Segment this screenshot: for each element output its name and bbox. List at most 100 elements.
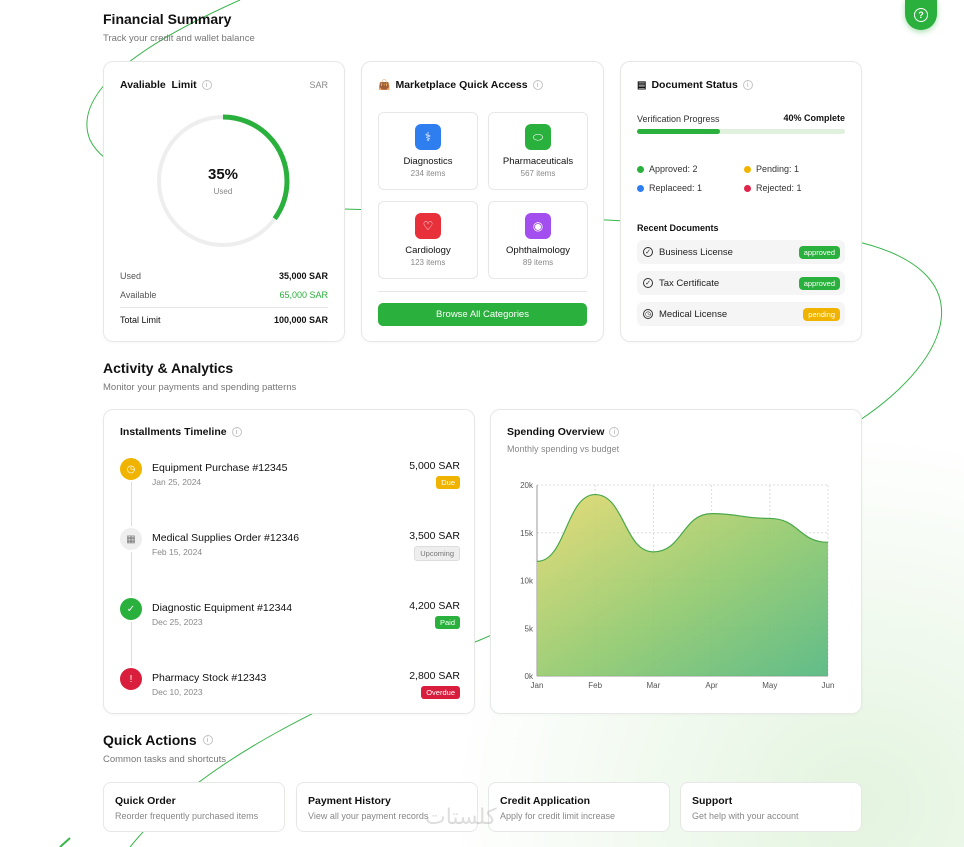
status-badge: approved [798, 245, 840, 259]
installment-name: Pharmacy Stock #12343 [152, 672, 267, 684]
y-tick-label: 0k [525, 672, 534, 681]
y-tick-label: 15k [520, 529, 534, 538]
document-tax-certificate[interactable]: ✓ Tax Certificate approved [637, 271, 845, 295]
installment-date: Dec 10, 2023 [152, 687, 203, 697]
quick-actions-title: Quick Actions [103, 732, 197, 748]
installment-amount: 3,500 SAR [409, 530, 460, 542]
check-circle-icon: ✓ [120, 598, 142, 620]
document-status-card: ▤ Document Status i Verification Progres… [620, 61, 862, 342]
clock-icon: ◷ [120, 458, 142, 480]
financial-summary-title: Financial Summary [103, 11, 232, 27]
help-button[interactable]: ? [905, 0, 937, 30]
info-icon[interactable]: i [202, 735, 213, 745]
installment-date: Feb 15, 2024 [152, 547, 203, 557]
divider [378, 291, 587, 292]
installment-item[interactable]: ✓ Diagnostic Equipment #12344 Dec 25, 2023… [120, 598, 460, 638]
installment-name: Diagnostic Equipment #12344 [152, 602, 293, 614]
activity-subtitle: Monitor your payments and spending patte… [103, 382, 297, 393]
spending-area [537, 494, 828, 676]
x-tick-label: Jun [822, 681, 835, 690]
y-tick-label: 5k [525, 624, 534, 633]
heart-icon: ♡ [415, 213, 441, 239]
x-tick-label: Jan [531, 681, 544, 690]
legend-approved: Approved: 2 [637, 164, 698, 174]
stethoscope-icon: ⚕ [415, 124, 441, 150]
gauge-sub: Used [213, 187, 233, 196]
document-business-license[interactable]: ✓ Business License approved [637, 240, 845, 264]
browse-all-categories-button[interactable]: Browse All Categories [378, 303, 587, 326]
legend-rejected: Rejected: 1 [744, 183, 802, 193]
legend-replaced: Replaceed: 1 [637, 183, 702, 193]
verification-progress-value: 40% Complete [783, 113, 845, 123]
support-card[interactable]: Support Get help with your account [680, 782, 862, 832]
installment-item[interactable]: ◷ Equipment Purchase #12345 Jan 25, 2024 5,… [120, 458, 460, 498]
gauge-percent: 35% [207, 166, 239, 183]
category-ophthalmology[interactable]: ◉ Ophthalmology 89 items [488, 201, 588, 279]
document-status-title: Document Status [651, 79, 738, 91]
credit-application-card[interactable]: Credit Application Apply for credit limi… [488, 782, 670, 832]
spending-area-chart: 0k 5k 10k 15k 20k Jan Feb Mar Apr May Jun [520, 481, 835, 690]
category-cardiology[interactable]: ♡ Cardiology 123 items [378, 201, 478, 279]
x-tick-label: Mar [647, 681, 661, 690]
status-badge: Due [436, 476, 460, 489]
info-icon[interactable]: i [231, 427, 242, 437]
total-limit-row: Total Limit 100,000 SAR [120, 315, 328, 325]
info-icon[interactable]: i [201, 80, 212, 90]
verification-progress-bar [637, 129, 845, 134]
x-tick-label: Feb [588, 681, 602, 690]
x-tick-label: Apr [705, 681, 718, 690]
eye-icon: ◉ [525, 213, 551, 239]
divider [120, 307, 328, 308]
currency-label: SAR [309, 80, 328, 90]
verification-progress-label: Verification Progress [637, 114, 720, 124]
pill-icon: ⬭ [525, 124, 551, 150]
status-badge: approved [798, 276, 840, 290]
quick-order-card[interactable]: Quick Order Reorder frequently purchased… [103, 782, 285, 832]
installment-amount: 4,200 SAR [409, 600, 460, 612]
check-circle-icon: ✓ [643, 247, 653, 257]
status-badge: pending [803, 307, 840, 321]
installment-amount: 2,800 SAR [409, 670, 460, 682]
clock-icon: ◷ [643, 309, 653, 319]
limit-card-title: Avaliable Limit [120, 79, 197, 91]
installment-item[interactable]: ▦ Medical Supplies Order #12346 Feb 15, 20… [120, 528, 460, 568]
marketplace-card: 👜 Marketplace Quick Access i ⚕ Diagnosti… [361, 61, 604, 342]
used-row: Used 35,000 SAR [120, 271, 328, 281]
status-badge: Overdue [421, 686, 460, 699]
calendar-icon: ▦ [120, 528, 142, 550]
category-pharmaceuticals[interactable]: ⬭ Pharmaceuticals 567 items [488, 112, 588, 190]
y-tick-label: 10k [520, 577, 534, 586]
document-medical-license[interactable]: ◷ Medical License pending [637, 302, 845, 326]
help-icon: ? [914, 8, 928, 22]
activity-title: Activity & Analytics [103, 360, 234, 376]
spending-title: Spending Overview [507, 426, 605, 438]
info-icon[interactable]: i [742, 80, 753, 90]
spending-overview-card: Spending Overview i Monthly spending vs … [490, 409, 862, 714]
document-icon: ▤ [637, 79, 647, 91]
info-icon[interactable]: i [609, 427, 620, 437]
bag-icon: 👜 [378, 79, 391, 91]
installment-item[interactable]: ! Pharmacy Stock #12343 Dec 10, 2023 2,800 … [120, 668, 460, 708]
installments-timeline-card: Installments Timeline i ◷ Equipment Purch… [103, 409, 475, 714]
x-tick-label: May [762, 681, 777, 690]
installment-date: Jan 25, 2024 [152, 477, 202, 487]
info-icon[interactable]: i [532, 80, 543, 90]
check-circle-icon: ✓ [643, 278, 653, 288]
installment-name: Medical Supplies Order #12346 [152, 532, 300, 544]
alert-icon: ! [120, 668, 142, 690]
category-diagnostics[interactable]: ⚕ Diagnostics 234 items [378, 112, 478, 190]
y-tick-label: 20k [520, 481, 534, 490]
available-row: Available 65,000 SAR [120, 290, 328, 300]
installment-amount: 5,000 SAR [409, 460, 460, 472]
marketplace-title: Marketplace Quick Access [395, 79, 528, 91]
legend-pending: Pending: 1 [744, 164, 799, 174]
quick-actions-subtitle: Common tasks and shortcuts [103, 754, 227, 765]
financial-summary-subtitle: Track your credit and wallet balance [103, 33, 255, 44]
spending-subtitle: Monthly spending vs budget [507, 444, 620, 454]
watermark: كلستات [425, 805, 497, 830]
status-badge: Paid [434, 616, 460, 629]
verification-progress-fill [637, 129, 721, 134]
installments-title: Installments Timeline [120, 426, 227, 438]
installment-date: Dec 25, 2023 [152, 617, 203, 627]
available-limit-card: Avaliable Limit i SAR 35% Used Used 35,00… [103, 61, 345, 342]
